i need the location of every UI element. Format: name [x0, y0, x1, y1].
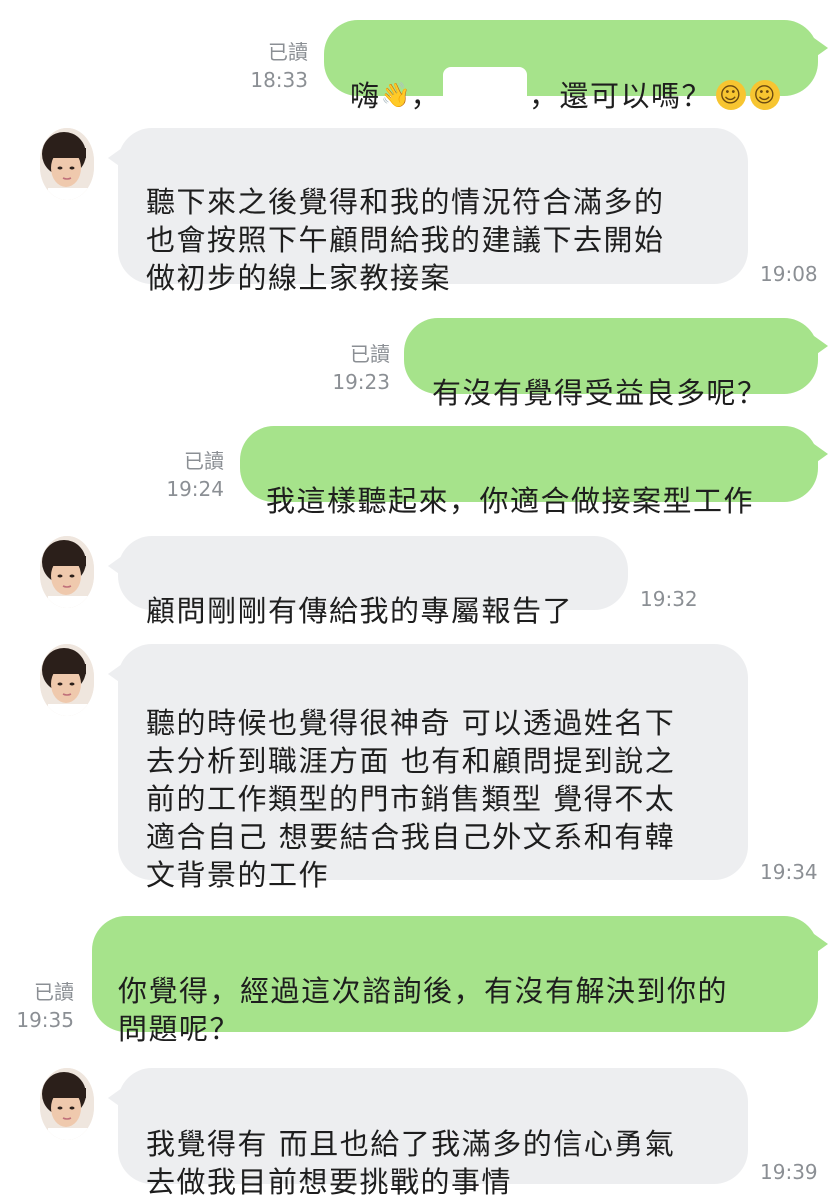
message-meta: 已讀 19:35	[0, 978, 74, 1034]
message-time: 19:08	[760, 262, 818, 286]
message-meta: 已讀 19:24	[148, 447, 224, 503]
incoming-message-bubble[interactable]: 聽下來之後覺得和我的情況符合滿多的 也會按照下午顧問給我的建議下去開始 做初步的…	[108, 128, 748, 295]
read-label: 已讀	[350, 342, 390, 366]
message-comma: ，	[410, 79, 442, 113]
message-time: 19:35	[16, 1008, 74, 1032]
avatar-photo-icon	[40, 644, 94, 716]
message-text-end: ，還可以嗎？	[529, 79, 713, 113]
message-time: 18:33	[250, 68, 308, 92]
outgoing-message-bubble[interactable]: 嗨👋， ，還可以嗎？ ☺ ☺	[324, 20, 828, 119]
message-time: 19:32	[640, 587, 698, 611]
smiling-face-emoji-icon: ☺	[716, 80, 747, 110]
avatar-photo-icon	[40, 1068, 94, 1140]
message-text: 我這樣聽起來，你適合做接案型工作	[266, 484, 755, 518]
message-meta: 已讀 18:33	[232, 38, 308, 94]
avatar-photo-icon	[40, 128, 94, 200]
message-meta: 已讀 19:23	[314, 340, 390, 396]
read-label: 已讀	[184, 449, 224, 473]
contact-avatar[interactable]	[40, 536, 94, 608]
message-time: 19:34	[760, 860, 818, 884]
contact-avatar[interactable]	[40, 1068, 94, 1140]
contact-avatar[interactable]	[40, 128, 94, 200]
message-text: 聽的時候也覺得很神奇 可以透過姓名下 去分析到職涯方面 也有和顧問提到說之 前的…	[146, 706, 676, 892]
contact-avatar[interactable]	[40, 644, 94, 716]
read-label: 已讀	[34, 980, 74, 1004]
message-text: 我覺得有 而且也給了我滿多的信心勇氣 去做我目前想要挑戰的事情	[146, 1127, 676, 1199]
incoming-message-bubble[interactable]: 聽的時候也覺得很神奇 可以透過姓名下 去分析到職涯方面 也有和顧問提到說之 前的…	[108, 644, 748, 892]
read-label: 已讀	[268, 40, 308, 64]
redacted-name-block	[443, 67, 528, 119]
outgoing-message-bubble[interactable]: 你覺得，經過這次諮詢後，有沒有解決到你的 問題呢？	[92, 916, 828, 1046]
message-time: 19:39	[760, 1160, 818, 1184]
message-text: 有沒有覺得受益良多呢？	[432, 376, 768, 410]
incoming-message-bubble[interactable]: 我覺得有 而且也給了我滿多的信心勇氣 去做我目前想要挑戰的事情	[108, 1068, 748, 1199]
outgoing-message-bubble[interactable]: 有沒有覺得受益良多呢？	[404, 318, 828, 410]
smiling-face-emoji-icon: ☺	[750, 80, 781, 110]
message-text: 你覺得，經過這次諮詢後，有沒有解決到你的 問題呢？	[118, 974, 729, 1046]
message-text-start: 嗨	[350, 79, 381, 113]
incoming-message-bubble[interactable]: 顧問剛剛有傳給我的專屬報告了	[108, 536, 628, 628]
chat-conversation: 已讀 18:33 嗨👋， ，還可以嗎？ ☺ ☺ 聽下來之後覺得和我的情況符合滿多的 也…	[0, 0, 835, 1200]
message-text: 聽下來之後覺得和我的情況符合滿多的 也會按照下午顧問給我的建議下去開始 做初步的…	[146, 185, 665, 295]
waving-hand-emoji-icon: 👋	[380, 81, 412, 109]
message-text: 顧問剛剛有傳給我的專屬報告了	[146, 594, 574, 628]
avatar-photo-icon	[40, 536, 94, 608]
outgoing-message-bubble[interactable]: 我這樣聽起來，你適合做接案型工作	[240, 426, 828, 518]
message-time: 19:24	[166, 477, 224, 501]
message-time: 19:23	[332, 370, 390, 394]
